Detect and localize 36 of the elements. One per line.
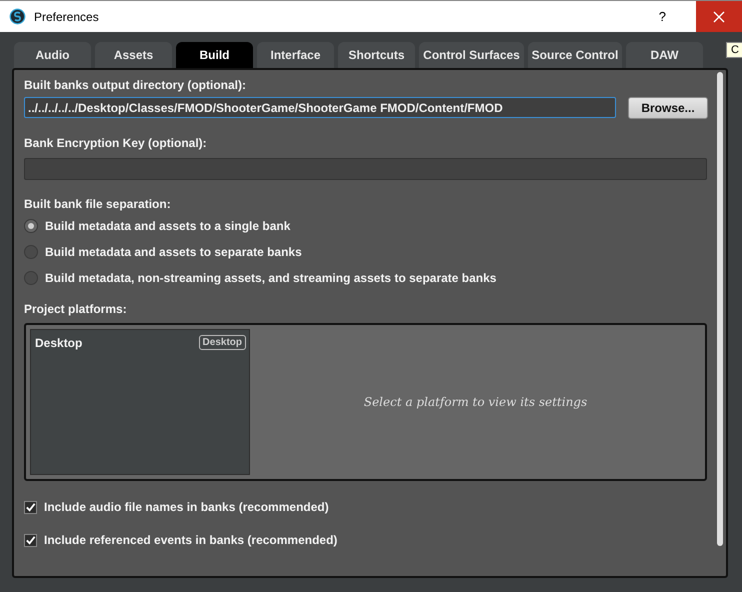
tab[interactable]: Build xyxy=(176,42,253,68)
close-icon xyxy=(713,10,725,22)
radio-label: Build metadata and assets to a single bank xyxy=(45,219,290,233)
platform-name: Desktop xyxy=(35,336,82,350)
checkbox-label: Include audio file names in banks (recommended) xyxy=(44,500,329,514)
encryption-key-field[interactable] xyxy=(24,158,707,180)
scrollbar[interactable] xyxy=(717,72,723,546)
close-button[interactable] xyxy=(696,1,742,32)
output-directory-field[interactable]: ../../../../../Desktop/Classes/FMOD/ShooterGame/ShooterGame FMOD/Content/FMOD xyxy=(24,97,616,118)
section-label: Project platforms: xyxy=(24,302,128,316)
radio-button[interactable] xyxy=(24,245,38,259)
field-label: Built banks output directory (optional): xyxy=(24,78,247,92)
tab[interactable]: Interface xyxy=(257,42,334,68)
section-label: Built bank file separation: xyxy=(24,197,172,211)
radio-button[interactable] xyxy=(24,219,38,233)
window-title: Preferences xyxy=(34,10,100,24)
tooltip: C xyxy=(726,42,742,58)
radio-label: Build metadata and assets to separate banks xyxy=(45,245,302,259)
tab[interactable]: Assets xyxy=(95,42,172,68)
tab[interactable]: Audio xyxy=(14,42,91,68)
app-logo-icon xyxy=(9,8,26,25)
radio-label: Build metadata, non-streaming assets, and streaming assets to separate banks xyxy=(45,271,496,285)
platform-item[interactable]: Desktop Desktop xyxy=(31,330,249,350)
platform-tag: Desktop xyxy=(198,335,246,350)
checkbox[interactable] xyxy=(24,534,37,546)
tab[interactable]: Control Surfaces xyxy=(419,42,524,68)
help-button[interactable]: ? xyxy=(658,9,666,24)
checkbox[interactable] xyxy=(24,500,37,514)
tab[interactable]: Shortcuts xyxy=(338,42,415,68)
field-label: Bank Encryption Key (optional): xyxy=(24,136,208,150)
checkbox-label: Include referenced events in banks (recommended) xyxy=(44,533,338,547)
platform-hint: Select a platform to view its settings xyxy=(364,395,588,409)
tab[interactable]: DAW xyxy=(626,42,703,68)
browse-button[interactable]: Browse... xyxy=(628,97,708,119)
radio-button[interactable] xyxy=(24,271,38,285)
tab[interactable]: Source Control xyxy=(528,42,622,68)
